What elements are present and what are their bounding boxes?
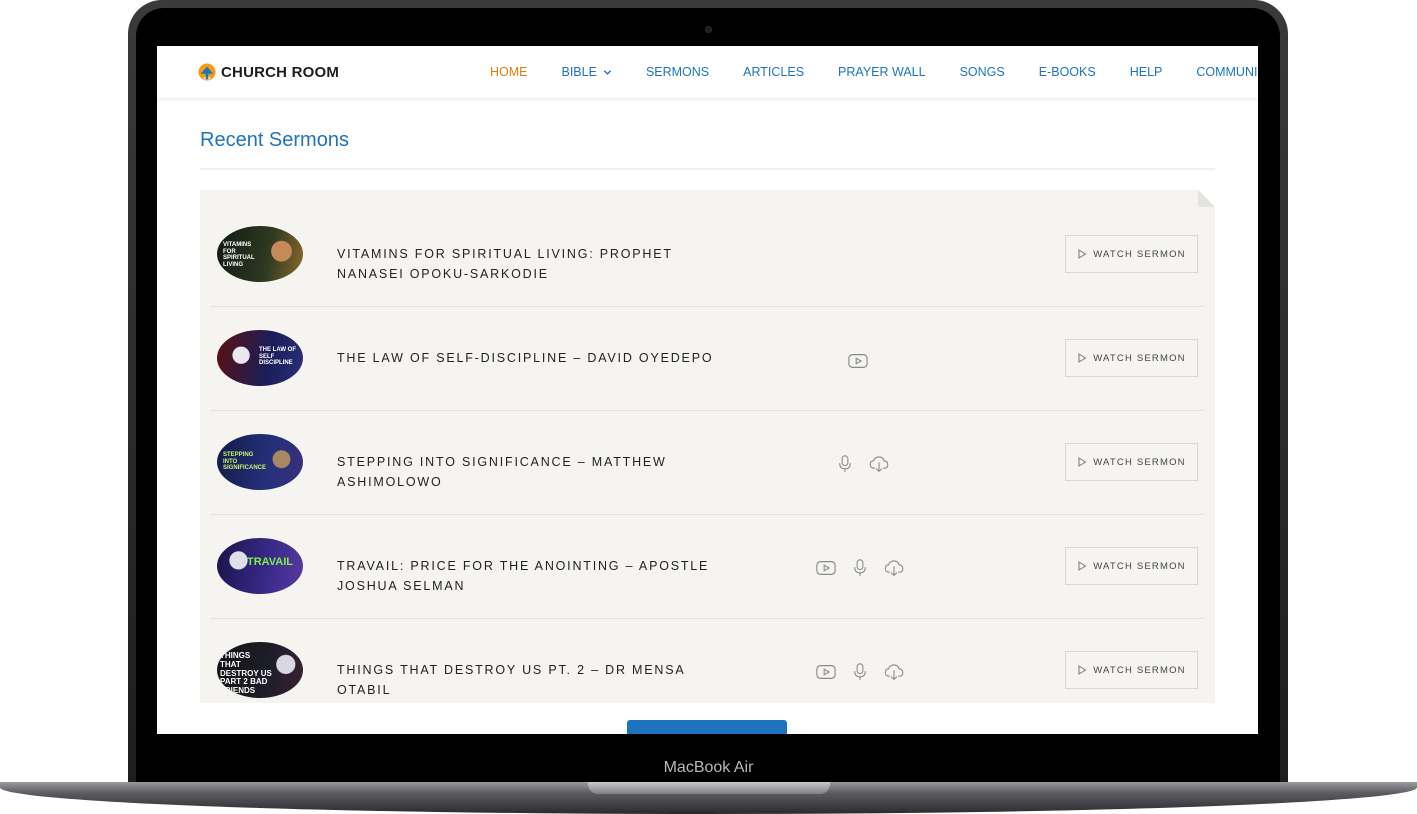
- sermon-row: THE LAW OF SELF DISCIPLINE THE LAW OF SEL…: [210, 307, 1204, 411]
- nav-item-articles[interactable]: ARTICLES: [743, 65, 804, 79]
- watch-sermon-button[interactable]: WATCH SERMON: [1065, 339, 1198, 377]
- cloud-download-icon[interactable]: [869, 455, 889, 473]
- watch-sermon-button[interactable]: WATCH SERMON: [1065, 443, 1198, 481]
- load-more-button[interactable]: [627, 720, 787, 734]
- sermon-thumbnail[interactable]: TRAVAIL: [217, 538, 303, 594]
- sermon-thumbnail[interactable]: VITAMINS FOR SPIRITUAL LIVING: [217, 226, 303, 282]
- nav-item-label: PRAYER WALL: [838, 65, 926, 79]
- sermon-title[interactable]: VITAMINS FOR SPIRITUAL LIVING: PROPHET N…: [337, 244, 737, 284]
- chevron-down-icon: [603, 68, 612, 77]
- sermon-row: STEPPING INTO SIGNIFICANCE STEPPING INTO …: [210, 411, 1204, 515]
- watch-sermon-button[interactable]: WATCH SERMON: [1065, 651, 1198, 689]
- play-icon: [1077, 561, 1087, 571]
- nav-item-e-books[interactable]: E-BOOKS: [1039, 65, 1096, 79]
- media-icons: [848, 352, 868, 370]
- microphone-icon[interactable]: [835, 455, 855, 473]
- nav-item-label: COMMUNITY: [1196, 65, 1258, 79]
- site-header: CHURCH ROOM HOME BIBLE SERMONS ARTICLES PRAY…: [157, 46, 1258, 98]
- play-icon: [1077, 353, 1087, 363]
- thumbnail-caption: STEPPING INTO SIGNIFICANCE: [223, 452, 267, 472]
- watch-sermon-label: WATCH SERMON: [1093, 560, 1186, 572]
- nav-item-label: HELP: [1129, 65, 1163, 79]
- thumbnail-caption: THINGS THAT DESTROY US PART 2 BAD FRIEND…: [220, 651, 272, 696]
- nav-item-label: SERMONS: [645, 65, 710, 79]
- microphone-icon[interactable]: [850, 663, 870, 681]
- sermon-thumbnail[interactable]: THINGS THAT DESTROY US PART 2 BAD FRIEND…: [217, 642, 303, 698]
- media-icons: [816, 559, 904, 577]
- section-divider: [200, 168, 1215, 170]
- sermon-row: THINGS THAT DESTROY US PART 2 BAD FRIEND…: [210, 619, 1204, 703]
- section-title: Recent Sermons: [200, 129, 349, 151]
- sermon-title[interactable]: THE LAW OF SELF-DISCIPLINE – DAVID OYEDE…: [337, 348, 737, 368]
- media-icons: [835, 455, 889, 473]
- sermon-title[interactable]: TRAVAIL: PRICE FOR THE ANOINTING – APOST…: [337, 556, 737, 596]
- sermon-title[interactable]: STEPPING INTO SIGNIFICANCE – MATTHEW ASH…: [337, 452, 737, 492]
- media-icons: [816, 663, 904, 681]
- nav-item-prayer-wall[interactable]: PRAYER WALL: [838, 65, 926, 79]
- sermon-list: VITAMINS FOR SPIRITUAL LIVING VITAMINS FO…: [200, 190, 1215, 703]
- nav-item-label: ARTICLES: [743, 65, 805, 79]
- church-logo-icon: [198, 63, 216, 81]
- watch-sermon-label: WATCH SERMON: [1093, 664, 1186, 676]
- nav-item-community[interactable]: COMMUNITY: [1196, 65, 1258, 79]
- watch-sermon-label: WATCH SERMON: [1093, 352, 1186, 364]
- laptop-notch: [588, 782, 830, 794]
- sermon-title[interactable]: THINGS THAT DESTROY US PT. 2 – DR MENSA …: [337, 660, 737, 700]
- nav-item-sermons[interactable]: SERMONS: [646, 65, 709, 79]
- video-icon[interactable]: [816, 663, 836, 681]
- site-logo[interactable]: CHURCH ROOM: [198, 63, 339, 81]
- main-nav: HOME BIBLE SERMONS ARTICLES PRAYER WALL SONGS…: [490, 46, 1258, 98]
- thumbnail-caption: VITAMINS FOR SPIRITUAL LIVING: [223, 242, 255, 268]
- video-icon[interactable]: [848, 352, 868, 370]
- device-label: MacBook Air: [663, 759, 754, 776]
- play-icon: [1077, 665, 1087, 675]
- watch-sermon-label: WATCH SERMON: [1093, 248, 1186, 260]
- sermon-thumbnail[interactable]: THE LAW OF SELF DISCIPLINE: [217, 330, 303, 386]
- site-name: CHURCH ROOM: [221, 63, 340, 81]
- cloud-download-icon[interactable]: [884, 663, 904, 681]
- browser-screen: CHURCH ROOM HOME BIBLE SERMONS ARTICLES PRAY…: [157, 46, 1258, 734]
- nav-item-label: SONGS: [959, 65, 1005, 79]
- nav-item-help[interactable]: HELP: [1130, 65, 1163, 79]
- video-icon[interactable]: [816, 559, 836, 577]
- nav-item-home[interactable]: HOME: [490, 65, 528, 79]
- sermon-row: TRAVAIL TRAVAIL: PRICE FOR THE ANOINTING …: [210, 515, 1204, 619]
- nav-item-label: BIBLE: [561, 65, 597, 79]
- camera-icon: [705, 26, 712, 33]
- nav-item-label: E-BOOKS: [1038, 65, 1096, 79]
- nav-item-label: HOME: [490, 65, 528, 79]
- play-icon: [1077, 249, 1087, 259]
- watch-sermon-button[interactable]: WATCH SERMON: [1065, 235, 1198, 273]
- watch-sermon-button[interactable]: WATCH SERMON: [1065, 547, 1198, 585]
- thumbnail-caption: TRAVAIL: [247, 556, 294, 568]
- cloud-download-icon[interactable]: [884, 559, 904, 577]
- nav-item-songs[interactable]: SONGS: [960, 65, 1005, 79]
- sermon-row: VITAMINS FOR SPIRITUAL LIVING VITAMINS FO…: [210, 203, 1204, 307]
- play-icon: [1077, 457, 1087, 467]
- sermon-thumbnail[interactable]: STEPPING INTO SIGNIFICANCE: [217, 434, 303, 490]
- microphone-icon[interactable]: [850, 559, 870, 577]
- watch-sermon-label: WATCH SERMON: [1093, 456, 1186, 468]
- thumbnail-caption: THE LAW OF SELF DISCIPLINE: [259, 347, 296, 367]
- nav-item-bible[interactable]: BIBLE: [562, 65, 612, 79]
